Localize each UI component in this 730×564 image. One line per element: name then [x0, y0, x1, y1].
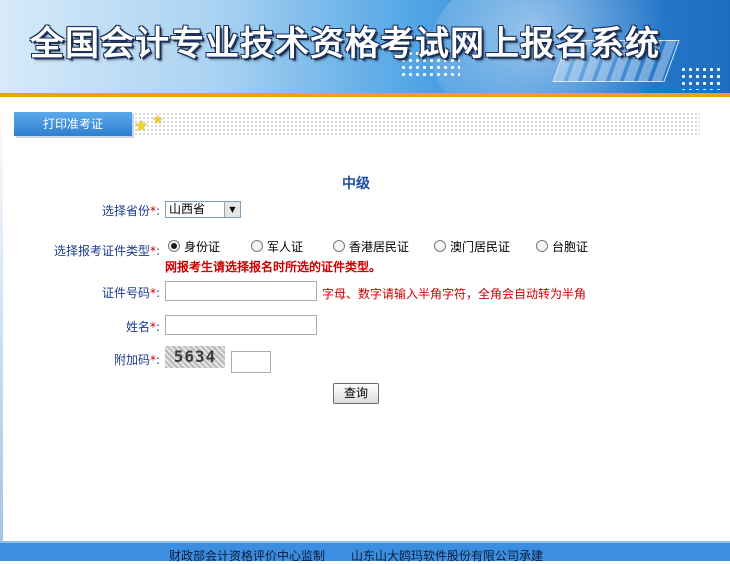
captcha-field[interactable] — [231, 351, 271, 373]
id-type-option-id-card[interactable]: 身份证 — [168, 238, 220, 255]
star-icon: ★ — [134, 116, 149, 135]
footer: 财政部会计资格评价中心监制 山东山大鸥玛软件股份有限公司承建 — [0, 547, 712, 564]
id-type-label: 选择报考证件类型*: — [53, 244, 160, 258]
radio-button[interactable] — [251, 240, 263, 252]
name-field[interactable] — [165, 315, 317, 335]
radio-button[interactable] — [536, 240, 548, 252]
header-divider — [0, 93, 730, 97]
chevron-down-icon[interactable]: ▼ — [224, 202, 240, 217]
captcha-label: 附加码*: — [113, 353, 160, 367]
id-type-option-taiwan[interactable]: 台胞证 — [536, 238, 588, 255]
star-icon: ★ — [152, 113, 164, 128]
site-title: 全国会计专业技术资格考试网上报名系统 — [30, 24, 660, 64]
dot-pattern — [680, 66, 720, 90]
left-rail — [0, 97, 3, 541]
radio-button[interactable] — [434, 240, 446, 252]
province-select[interactable]: 山西省 ▼ — [165, 201, 241, 218]
id-number-label: 证件号码*: — [101, 286, 160, 300]
id-type-option-hongkong[interactable]: 香港居民证 — [333, 238, 409, 255]
page-title: 中级 — [342, 176, 370, 192]
id-type-warning: 网报考生请选择报名时所选的证件类型。 — [165, 260, 382, 274]
id-number-field[interactable] — [165, 281, 317, 301]
province-select-value: 山西省 — [169, 202, 206, 216]
id-type-option-macau[interactable]: 澳门居民证 — [434, 238, 510, 255]
captcha-image: 5634 — [165, 346, 225, 368]
name-label: 姓名*: — [125, 320, 160, 334]
tab-print-admission-ticket[interactable]: 打印准考证 — [14, 112, 132, 136]
id-number-hint: 字母、数字请输入半角字符，全角会自动转为半角 — [322, 287, 587, 301]
header-banner: 全国会计专业技术资格考试网上报名系统 — [0, 0, 730, 93]
province-label: 选择省份*: — [101, 204, 160, 218]
radio-button[interactable] — [333, 240, 345, 252]
radio-button[interactable] — [168, 240, 180, 252]
id-type-option-military[interactable]: 军人证 — [251, 238, 303, 255]
query-button[interactable]: 查询 — [333, 383, 379, 404]
